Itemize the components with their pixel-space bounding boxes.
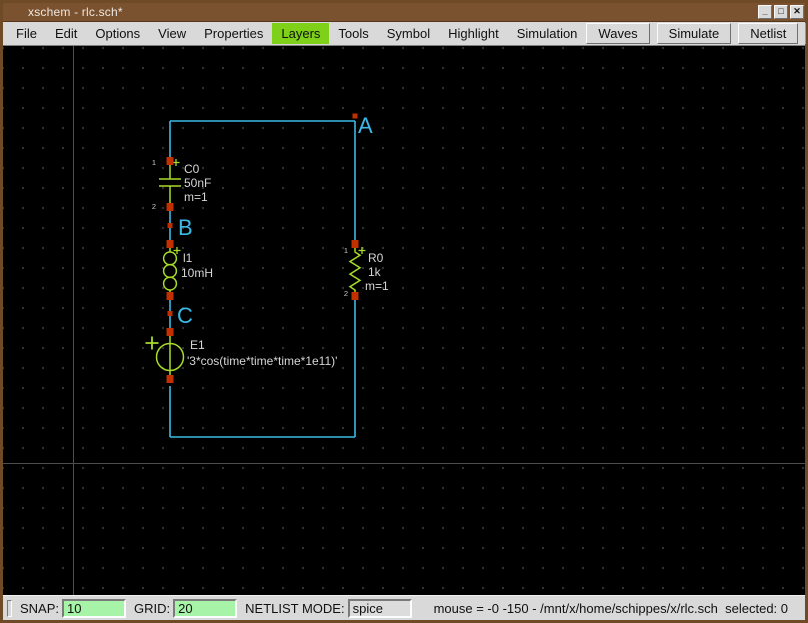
netlist-mode-input[interactable] xyxy=(347,598,412,618)
menu-item-edit[interactable]: Edit xyxy=(46,23,86,44)
snap-label: SNAP: xyxy=(20,600,60,616)
menu-item-view[interactable]: View xyxy=(149,23,195,44)
pin-square xyxy=(166,240,174,248)
menu-item-properties[interactable]: Properties xyxy=(195,23,272,44)
menu-item-file[interactable]: File xyxy=(7,23,46,44)
component-capacitor-C0[interactable]: 1 2 C0 50nF m=1 xyxy=(152,157,212,211)
menu-item-symbol[interactable]: Symbol xyxy=(378,23,439,44)
component-param[interactable]: m=1 xyxy=(365,279,389,293)
component-value[interactable]: 50nF xyxy=(184,176,211,190)
netlist-mode-label: NETLIST MODE: xyxy=(245,600,345,616)
net-labels[interactable]: A B C xyxy=(167,113,374,328)
pin-square xyxy=(166,328,174,336)
component-value[interactable]: 10mH xyxy=(181,266,213,280)
window-controls: _ □ ✕ xyxy=(758,5,804,19)
menubar-right-group: Waves Simulate Netlist Help xyxy=(586,23,808,44)
label-pin-square xyxy=(167,223,173,228)
schematic-drawing[interactable]: 1 2 C0 50nF m=1 l1 10mH E1 '3*cos(time*t… xyxy=(3,46,805,595)
pin-square xyxy=(166,157,174,165)
component-value[interactable]: 1k xyxy=(368,265,382,279)
resistor-symbol xyxy=(348,248,362,292)
pin-square xyxy=(351,292,359,300)
pin-number: 2 xyxy=(344,289,348,298)
pin-square xyxy=(166,203,174,211)
capacitor-plus-icon xyxy=(172,159,180,166)
menu-item-tools[interactable]: Tools xyxy=(329,23,377,44)
simulate-button[interactable]: Simulate xyxy=(656,23,732,44)
xschem-window: xschem - rlc.sch* _ □ ✕ File Edit Option… xyxy=(0,0,808,623)
net-label-B[interactable]: B xyxy=(178,215,193,240)
grid-input[interactable] xyxy=(173,598,238,618)
inductor-coil xyxy=(162,276,178,291)
statusbar: SNAP: GRID: NETLIST MODE: mouse = -0 -15… xyxy=(3,595,805,620)
component-source-E1[interactable]: E1 '3*cos(time*time*time*1e11)' xyxy=(145,328,338,383)
menu-item-highlight[interactable]: Highlight xyxy=(439,23,508,44)
schematic-canvas[interactable]: 1 2 C0 50nF m=1 l1 10mH E1 '3*cos(time*t… xyxy=(3,46,805,595)
pin-square xyxy=(166,292,174,300)
inductor-coil xyxy=(162,263,178,279)
component-ref[interactable]: E1 xyxy=(190,338,205,352)
pin-number: 1 xyxy=(152,158,156,167)
pin-number: 2 xyxy=(152,202,156,211)
menubar: File Edit Options View Properties Layers… xyxy=(3,22,808,46)
statusbar-grip xyxy=(7,599,12,617)
component-inductor-l1[interactable]: l1 10mH xyxy=(162,240,213,300)
close-button[interactable]: ✕ xyxy=(790,5,804,19)
net-label-A[interactable]: A xyxy=(358,113,373,138)
menu-item-options[interactable]: Options xyxy=(86,23,149,44)
resistor-plus-icon xyxy=(358,247,366,254)
component-value[interactable]: '3*cos(time*time*time*1e11)' xyxy=(187,354,337,368)
menu-item-simulation[interactable]: Simulation xyxy=(508,23,587,44)
inductor-coil xyxy=(162,251,178,266)
pin-square xyxy=(351,240,359,248)
menu-item-layers[interactable]: Layers xyxy=(272,23,330,44)
titlebar[interactable]: xschem - rlc.sch* _ □ ✕ xyxy=(3,3,805,22)
label-pin-square xyxy=(167,311,173,316)
component-resistor-R0[interactable]: 1 2 R0 1k m=1 xyxy=(344,240,389,300)
minimize-button[interactable]: _ xyxy=(758,5,772,19)
maximize-button[interactable]: □ xyxy=(774,5,788,19)
netlist-button[interactable]: Netlist xyxy=(738,23,799,44)
component-ref[interactable]: R0 xyxy=(368,251,384,265)
pin-number: 1 xyxy=(344,246,348,255)
snap-input[interactable] xyxy=(62,598,127,618)
waves-button[interactable]: Waves xyxy=(586,23,650,44)
component-ref[interactable]: l1 xyxy=(183,251,193,265)
pin-square xyxy=(166,375,174,383)
component-param[interactable]: m=1 xyxy=(184,190,208,204)
label-pin-square xyxy=(352,113,358,119)
grid-label: GRID: xyxy=(134,600,171,616)
mouse-status-text: mouse = -0 -150 - /mnt/x/home/schippes/x… xyxy=(433,600,788,616)
source-plus-icon xyxy=(145,336,159,350)
window-title: xschem - rlc.sch* xyxy=(28,5,123,19)
net-label-C[interactable]: C xyxy=(177,303,193,328)
component-ref[interactable]: C0 xyxy=(184,162,200,176)
capacitor-symbol xyxy=(159,165,181,203)
